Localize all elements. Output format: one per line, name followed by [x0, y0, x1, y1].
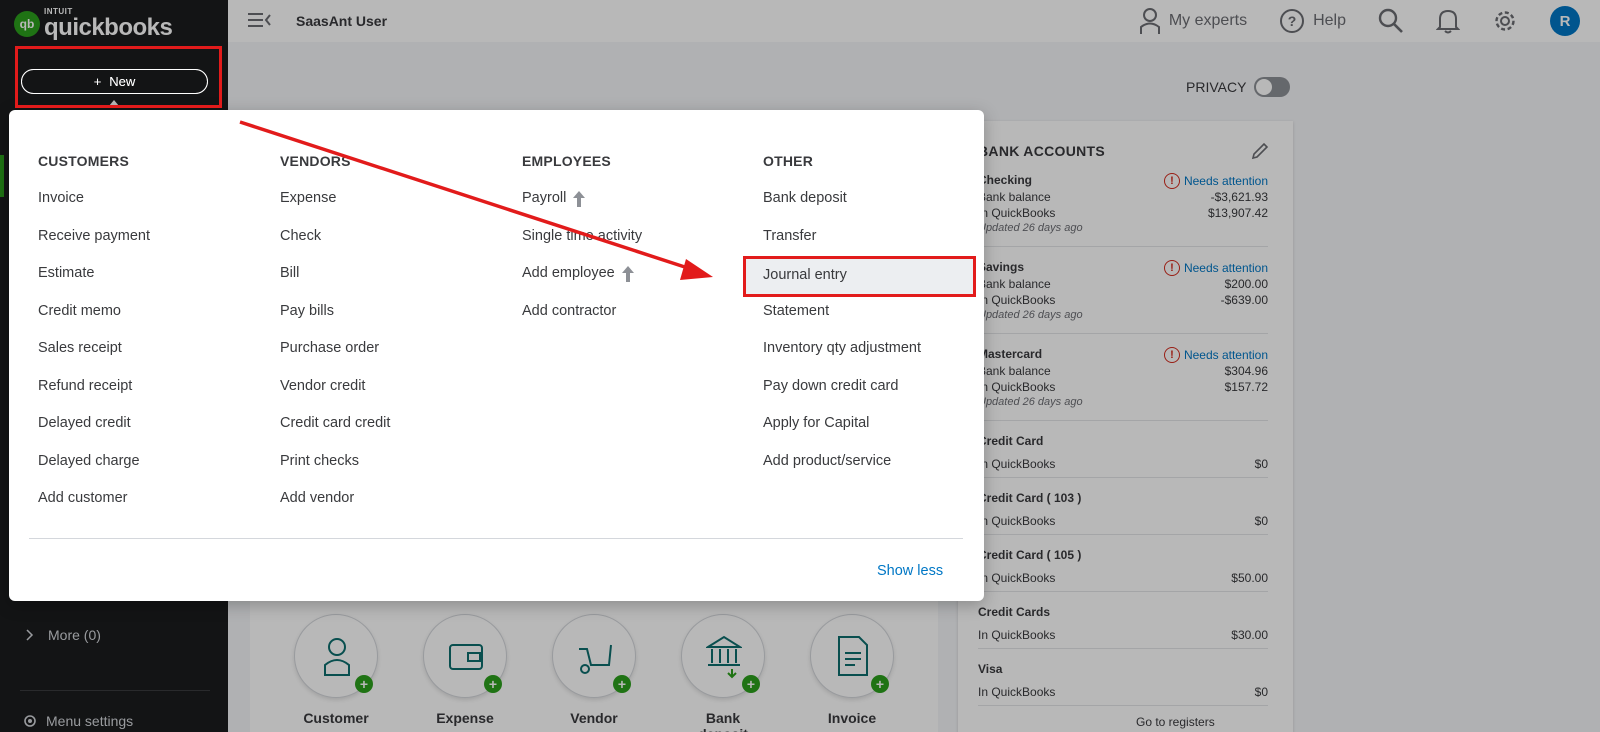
menu-item-payroll[interactable]: Payroll [522, 190, 642, 228]
menu-item-add-product-service[interactable]: Add product/service [763, 453, 921, 491]
menu-item-credit-card-credit[interactable]: Credit card credit [280, 415, 390, 453]
menu-item-add-employee[interactable]: Add employee [522, 265, 642, 303]
upgrade-arrow-icon [621, 266, 634, 282]
vendors-column: VENDORS Expense Check Bill Pay bills Pur… [280, 153, 390, 528]
menu-item-single-time-activity[interactable]: Single time activity [522, 228, 642, 266]
other-heading: OTHER [763, 153, 813, 169]
menu-item-statement[interactable]: Statement [763, 303, 921, 341]
menu-item-add-customer[interactable]: Add customer [38, 490, 150, 528]
menu-item-delayed-credit[interactable]: Delayed credit [38, 415, 150, 453]
menu-item-pay-down-credit-card[interactable]: Pay down credit card [763, 378, 921, 416]
menu-item-sales-receipt[interactable]: Sales receipt [38, 340, 150, 378]
menu-item-bill[interactable]: Bill [280, 265, 390, 303]
menu-item-receive-payment[interactable]: Receive payment [38, 228, 150, 266]
vendors-heading: VENDORS [280, 153, 351, 169]
menu-item-delayed-charge[interactable]: Delayed charge [38, 453, 150, 491]
menu-item-purchase-order[interactable]: Purchase order [280, 340, 390, 378]
upgrade-arrow-icon [573, 191, 586, 207]
menu-item-journal-entry[interactable]: Journal entry [763, 267, 847, 283]
menu-item-check[interactable]: Check [280, 228, 390, 266]
employees-heading: EMPLOYEES [522, 153, 611, 169]
menu-item-add-contractor[interactable]: Add contractor [522, 303, 642, 341]
menu-item-inventory-qty-adjustment[interactable]: Inventory qty adjustment [763, 340, 921, 378]
employees-column: EMPLOYEES Payroll Single time activity A… [522, 153, 642, 340]
menu-item-add-vendor[interactable]: Add vendor [280, 490, 390, 528]
customers-heading: CUSTOMERS [38, 153, 129, 169]
menu-item-expense[interactable]: Expense [280, 190, 390, 228]
menu-item-invoice[interactable]: Invoice [38, 190, 150, 228]
other-column: OTHER Bank deposit Transfer Statement In… [763, 153, 921, 490]
new-button-highlight-box [15, 46, 222, 108]
menu-item-bank-deposit[interactable]: Bank deposit [763, 190, 921, 228]
add-employee-label: Add employee [522, 265, 615, 281]
new-menu-dropdown: CUSTOMERS Invoice Receive payment Estima… [9, 110, 984, 601]
menu-item-pay-bills[interactable]: Pay bills [280, 303, 390, 341]
menu-item-vendor-credit[interactable]: Vendor credit [280, 378, 390, 416]
show-less-link[interactable]: Show less [877, 563, 943, 579]
menu-item-apply-for-capital[interactable]: Apply for Capital [763, 415, 921, 453]
customers-column: CUSTOMERS Invoice Receive payment Estima… [38, 153, 150, 528]
menu-item-estimate[interactable]: Estimate [38, 265, 150, 303]
menu-item-print-checks[interactable]: Print checks [280, 453, 390, 491]
menu-divider [29, 538, 963, 539]
payroll-label: Payroll [522, 190, 567, 206]
menu-item-refund-receipt[interactable]: Refund receipt [38, 378, 150, 416]
menu-item-credit-memo[interactable]: Credit memo [38, 303, 150, 341]
